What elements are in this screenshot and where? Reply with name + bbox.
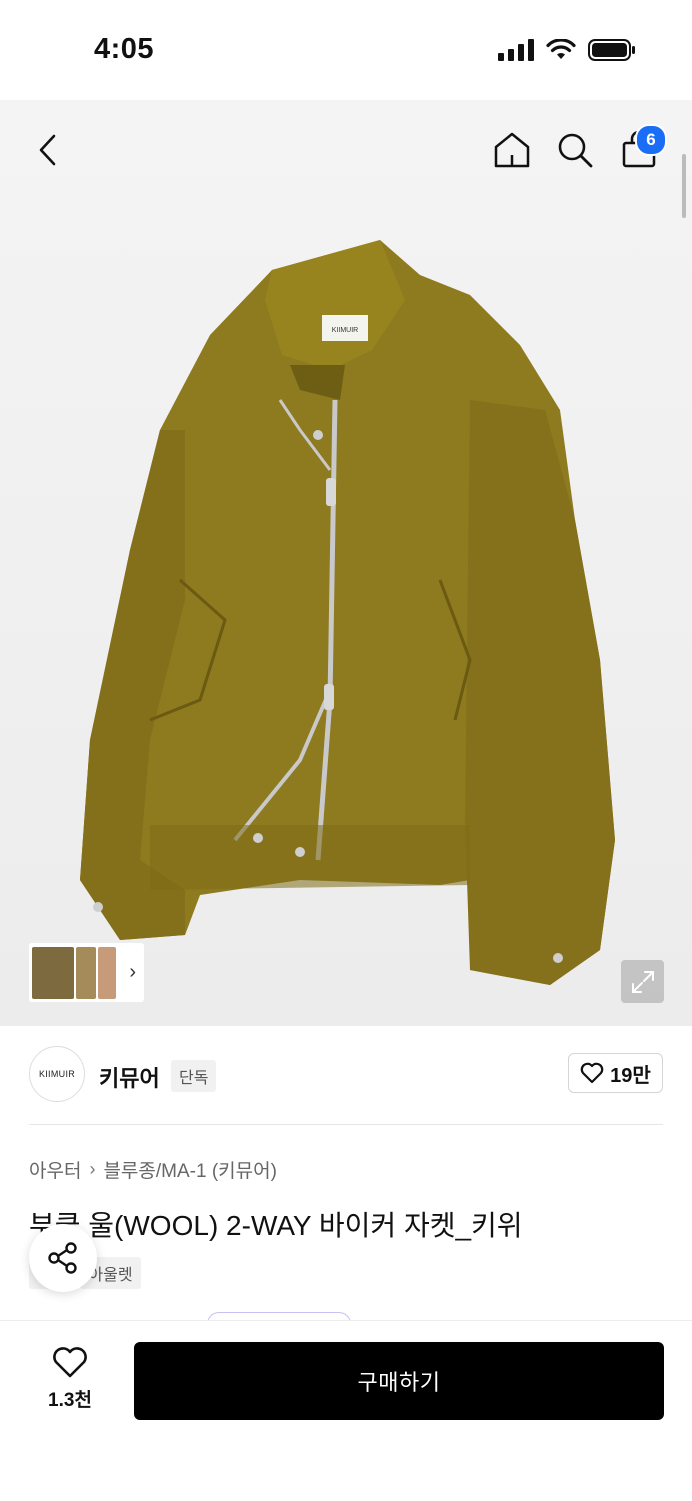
heart-icon (53, 1347, 87, 1378)
home-icon (494, 132, 530, 168)
wifi-icon (546, 39, 576, 59)
image-thumbnail-strip[interactable]: › (29, 943, 144, 1002)
brand-logo[interactable]: KIIMUIR (29, 1046, 85, 1102)
thumbnail-3[interactable] (98, 946, 116, 999)
chevron-right-icon[interactable]: › (129, 961, 136, 984)
search-button[interactable] (553, 128, 597, 172)
home-button[interactable] (490, 128, 534, 172)
cart-button[interactable]: 6 (617, 124, 667, 172)
top-nav: 6 (0, 100, 692, 200)
buy-button[interactable]: 구매하기 (134, 1342, 664, 1420)
breadcrumb: 아우터 › 블루종/MA-1 (키뮤어) (29, 1156, 277, 1183)
bottom-action-bar: 1.3천 구매하기 (0, 1320, 692, 1501)
breadcrumb-subcategory[interactable]: 블루종/MA-1 (키뮤어) (103, 1156, 277, 1183)
status-time: 4:05 (94, 33, 155, 65)
thumbnail-2[interactable] (76, 946, 96, 999)
status-bar: 4:05 (0, 0, 692, 100)
expand-icon (631, 970, 654, 993)
divider (29, 1124, 663, 1125)
battery-icon (588, 39, 635, 61)
wishlist-button[interactable]: 1.3천 (40, 1347, 100, 1417)
brand-exclusive-tag: 단독 (171, 1060, 217, 1092)
brand-row: KIIMUIR 키뮤어 단독 19만 (29, 1046, 663, 1104)
brand-like-count: 19만 (610, 1064, 651, 1087)
share-icon (48, 1242, 77, 1274)
breadcrumb-category[interactable]: 아우터 (29, 1156, 81, 1183)
wishlist-count: 1.3천 (48, 1390, 92, 1411)
share-button[interactable] (29, 1224, 97, 1292)
product-image[interactable]: KIIMUIR (0, 100, 692, 1026)
status-icons (498, 38, 636, 62)
expand-image-button[interactable] (621, 960, 664, 1003)
chevron-right-icon: › (89, 1159, 96, 1179)
brand-name[interactable]: 키뮤어 (99, 1061, 160, 1093)
back-icon (39, 134, 56, 166)
signal-icon (498, 39, 534, 61)
brand-like-button[interactable]: 19만 (568, 1053, 663, 1093)
cart-count-badge: 6 (635, 124, 667, 156)
back-button[interactable] (26, 128, 70, 172)
product-title: 부클 울(WOOL) 2-WAY 바이커 자켓_키위 (29, 1210, 523, 1241)
search-icon (558, 133, 593, 168)
heart-icon (580, 1062, 604, 1084)
jacket-illustration: KIIMUIR (80, 240, 615, 985)
thumbnail-1[interactable] (32, 946, 74, 999)
jacket-label-text: KIIMUIR (332, 327, 358, 334)
